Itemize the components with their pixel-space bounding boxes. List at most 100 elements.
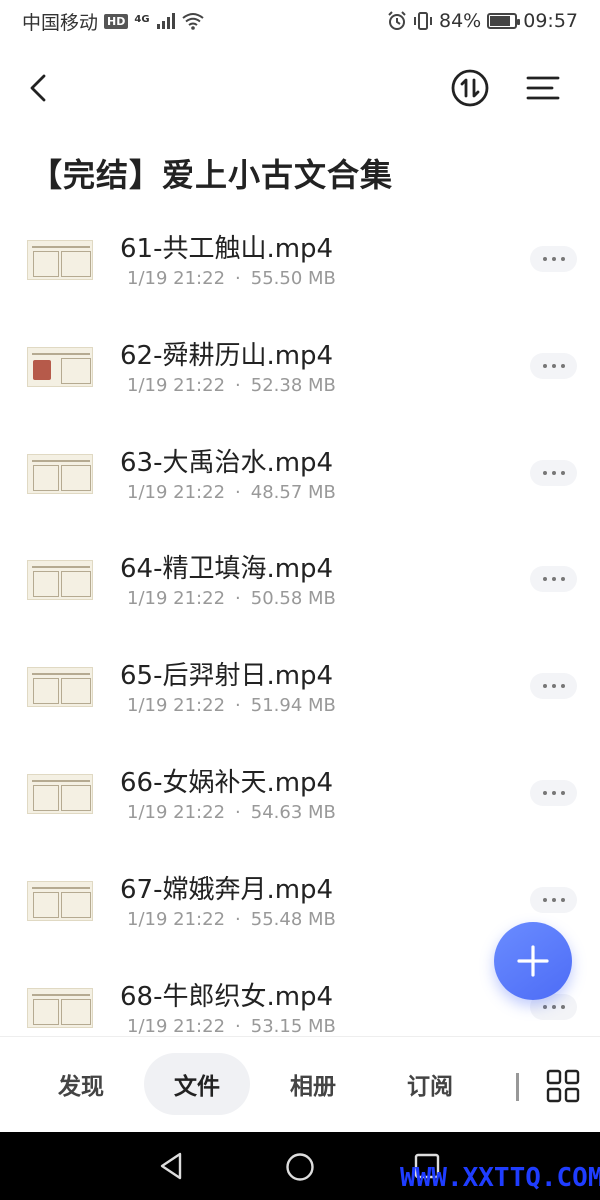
more-dot-icon	[542, 257, 547, 261]
file-date: 1/19 21:22	[127, 481, 226, 503]
status-right: 84% 09:57	[387, 10, 578, 32]
meta-separator: ·	[235, 1015, 241, 1037]
more-dot-icon	[551, 577, 556, 582]
back-button[interactable]	[20, 68, 60, 108]
file-meta: 1/19 21:22 · 55.48 MB	[127, 909, 336, 930]
file-date: 1/19 21:22	[127, 801, 226, 823]
file-name: 63-大禹治水.mp4	[120, 447, 334, 478]
more-dot-icon	[560, 470, 565, 475]
plus-icon	[517, 945, 549, 977]
list-item[interactable]: 63-大禹治水.mp4 1/19 21:22 · 48.57 MB	[0, 420, 600, 527]
more-dot-icon	[551, 790, 556, 795]
list-item[interactable]: 62-舜耕历山.mp4 1/19 21:22 · 52.38 MB	[0, 313, 600, 420]
file-date: 1/19 21:22	[127, 374, 226, 396]
more-options-button[interactable]	[530, 886, 577, 913]
list-item[interactable]: 64-精卫填海.mp4 1/19 21:22 · 50.58 MB	[0, 526, 600, 633]
more-dot-icon	[560, 363, 565, 368]
video-thumbnail	[27, 346, 93, 387]
meta-separator: ·	[235, 801, 241, 823]
battery-icon	[487, 13, 521, 29]
file-date: 1/19 21:22	[127, 695, 226, 717]
file-size: 52.38 MB	[250, 374, 336, 396]
file-size: 48.57 MB	[250, 481, 336, 503]
more-options-button[interactable]	[530, 459, 577, 486]
file-meta: 1/19 21:22 · 52.38 MB	[127, 375, 336, 396]
video-thumbnail	[27, 560, 93, 601]
video-thumbnail	[27, 240, 93, 280]
carrier-label: 中国移动	[22, 11, 99, 34]
file-name: 68-牛郎织女.mp4	[120, 981, 334, 1012]
file-meta: 1/19 21:22 · 48.57 MB	[127, 482, 336, 503]
add-button[interactable]	[494, 922, 572, 1000]
hd-badge: HD	[104, 13, 129, 29]
bottom-nav: 发现 文件 相册 订阅	[0, 1036, 600, 1132]
more-dot-icon	[542, 1004, 547, 1009]
more-dot-icon	[542, 470, 547, 475]
file-date: 1/19 21:22	[127, 908, 226, 930]
clock: 09:57	[523, 10, 578, 32]
more-options-button[interactable]	[530, 673, 577, 700]
video-thumbnail	[27, 880, 93, 921]
nav-home-icon[interactable]	[284, 1151, 316, 1183]
tab-overflow-hint	[516, 1073, 527, 1101]
menu-button[interactable]	[522, 68, 564, 108]
file-name: 64-精卫填海.mp4	[120, 554, 334, 585]
more-dot-icon	[542, 790, 547, 795]
tab-album[interactable]: 相册	[268, 1053, 358, 1115]
file-size: 55.48 MB	[250, 908, 336, 930]
list-item[interactable]: 66-女娲补天.mp4 1/19 21:22 · 54.63 MB	[0, 740, 600, 847]
wifi-icon	[181, 13, 204, 30]
video-thumbnail	[27, 987, 93, 1028]
file-size: 55.50 MB	[250, 268, 336, 289]
nav-back-icon[interactable]	[156, 1150, 186, 1182]
file-size: 54.63 MB	[250, 801, 336, 823]
more-dot-icon	[551, 257, 556, 261]
file-date: 1/19 21:22	[127, 588, 226, 610]
more-options-button[interactable]	[530, 779, 577, 806]
chevron-left-icon	[30, 74, 46, 102]
more-options-button[interactable]	[530, 246, 577, 272]
video-thumbnail	[27, 773, 93, 814]
network-type: 4G	[134, 13, 150, 25]
battery-percent: 84%	[439, 10, 482, 32]
file-size: 51.94 MB	[250, 695, 336, 717]
more-dot-icon	[560, 684, 565, 689]
more-dot-icon	[560, 577, 565, 582]
file-date: 1/19 21:22	[127, 268, 226, 289]
list-item[interactable]: 61-共工触山.mp4 1/19 21:22 · 55.50 MB	[0, 206, 600, 313]
more-options-button[interactable]	[530, 352, 577, 379]
page-title: 【完结】爱上小古文合集	[30, 156, 394, 194]
more-dot-icon	[560, 790, 565, 795]
grid-menu-button[interactable]	[546, 1069, 580, 1103]
more-options-button[interactable]	[530, 566, 577, 593]
more-dot-icon	[560, 897, 565, 902]
file-name: 62-舜耕历山.mp4	[120, 340, 334, 371]
file-meta: 1/19 21:22 · 50.58 MB	[127, 588, 336, 609]
more-dot-icon	[542, 684, 547, 689]
file-name: 65-后羿射日.mp4	[120, 661, 334, 692]
sort-arrows-icon	[451, 69, 489, 107]
file-size: 53.15 MB	[250, 1015, 336, 1037]
more-dot-icon	[542, 577, 547, 582]
meta-separator: ·	[235, 695, 241, 717]
status-left: 中国移动 HD 4G	[22, 8, 204, 35]
file-meta: 1/19 21:22 · 54.63 MB	[127, 802, 336, 823]
status-bar: 中国移动 HD 4G 84% 09:57	[0, 0, 600, 42]
sort-button[interactable]	[448, 66, 492, 110]
file-date: 1/19 21:22	[127, 1015, 226, 1037]
tab-files[interactable]: 文件	[144, 1053, 250, 1115]
more-dot-icon	[560, 1004, 565, 1009]
watermark: WWW.XXTTQ.COM	[400, 1163, 600, 1193]
more-dot-icon	[560, 257, 565, 261]
more-dot-icon	[542, 363, 547, 368]
meta-separator: ·	[235, 374, 241, 396]
tab-subscribe[interactable]: 订阅	[384, 1053, 476, 1115]
file-meta: 1/19 21:22 · 51.94 MB	[127, 695, 336, 716]
list-item[interactable]: 65-后羿射日.mp4 1/19 21:22 · 51.94 MB	[0, 633, 600, 740]
signal-icon	[156, 13, 175, 29]
file-name: 67-嫦娥奔月.mp4	[120, 874, 334, 905]
more-dot-icon	[542, 897, 547, 902]
grid-icon	[546, 1069, 580, 1103]
vibrate-icon	[414, 12, 432, 30]
tab-discover[interactable]: 发现	[36, 1053, 126, 1115]
